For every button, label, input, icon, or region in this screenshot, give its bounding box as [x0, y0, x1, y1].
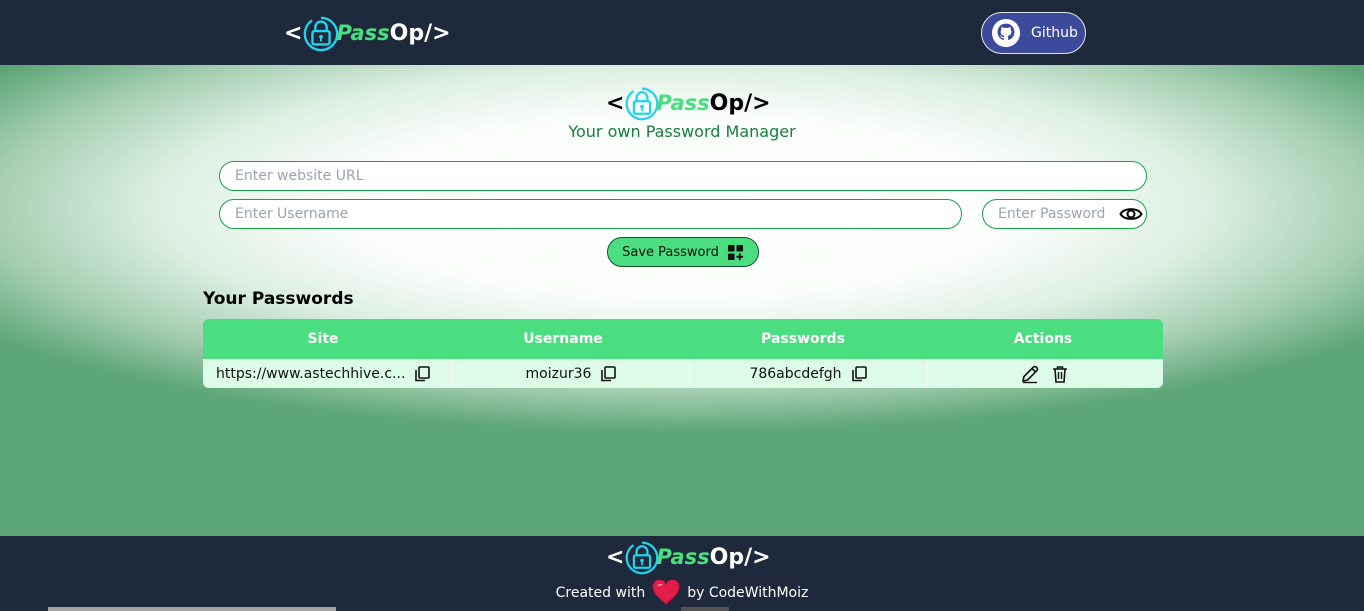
column-header-site: Site [307, 331, 339, 347]
github-label: Github [1031, 25, 1078, 41]
logo-pass: Pass [656, 545, 710, 569]
actions-cell [927, 359, 1163, 388]
heart-icon [652, 580, 680, 605]
username-cell: moizur36 [453, 359, 690, 388]
logo-bracket: < [606, 544, 625, 570]
horizontal-scrollbar[interactable] [48, 607, 336, 611]
page-subtitle: Your own Password Manager [568, 122, 796, 141]
logo-bracket: < [606, 90, 625, 116]
logo-bracket: < [284, 20, 303, 46]
table-row: https://www.astechhive.c... moizur36 786… [203, 359, 1163, 388]
footer: < Pass Op/> Created with by CodeWithMoiz [0, 536, 1364, 611]
lock-icon [626, 87, 659, 121]
scrollbar-thumb[interactable] [681, 607, 729, 611]
column-header-passwords: Passwords [761, 331, 845, 347]
main-content: < Pass Op/> Your own Password Manager Sa… [0, 65, 1364, 536]
add-icon [727, 244, 743, 260]
created-with-line: Created with by CodeWithMoiz [0, 580, 1364, 606]
passwords-table: Site Username Passwords Actions https://… [203, 319, 1163, 388]
username-input[interactable] [219, 199, 962, 229]
column-header-actions: Actions [1013, 331, 1073, 347]
password-cell: 786abcdefgh [690, 359, 927, 388]
github-button[interactable]: Github [981, 12, 1086, 54]
website-url-input[interactable] [219, 161, 1147, 191]
eye-icon[interactable] [1119, 205, 1143, 223]
github-icon [991, 18, 1021, 48]
created-suffix: by CodeWithMoiz [687, 585, 809, 601]
site-cell: https://www.astechhive.c... [203, 359, 453, 388]
hero-logo: < Pass Op/> [606, 85, 771, 121]
logo-op: Op/> [709, 544, 771, 570]
copy-icon[interactable] [414, 365, 431, 382]
delete-icon[interactable] [1050, 364, 1070, 384]
password-value: 786abcdefgh [749, 365, 842, 382]
column-header-username: Username [523, 331, 603, 347]
table-header: Site Username Passwords Actions [203, 319, 1163, 359]
lock-icon [304, 16, 339, 52]
copy-icon[interactable] [851, 365, 867, 382]
logo-op: Op/> [389, 20, 451, 46]
logo-pass: Pass [656, 91, 710, 115]
logo-op: Op/> [709, 90, 771, 116]
footer-logo: < Pass Op/> [606, 539, 771, 575]
save-password-label: Save Password [622, 244, 719, 260]
edit-icon[interactable] [1020, 364, 1040, 384]
brand-logo[interactable]: < Pass Op/> [284, 14, 451, 52]
passwords-heading: Your Passwords [203, 289, 354, 309]
username-value: moizur36 [525, 365, 592, 382]
lock-icon [626, 541, 659, 575]
logo-pass: Pass [336, 21, 390, 45]
save-password-button[interactable]: Save Password [607, 237, 759, 267]
site-link[interactable]: https://www.astechhive.c... [216, 366, 405, 382]
copy-icon[interactable] [600, 365, 617, 382]
created-prefix: Created with [555, 585, 646, 601]
navbar: < Pass Op/> Github [0, 0, 1364, 65]
